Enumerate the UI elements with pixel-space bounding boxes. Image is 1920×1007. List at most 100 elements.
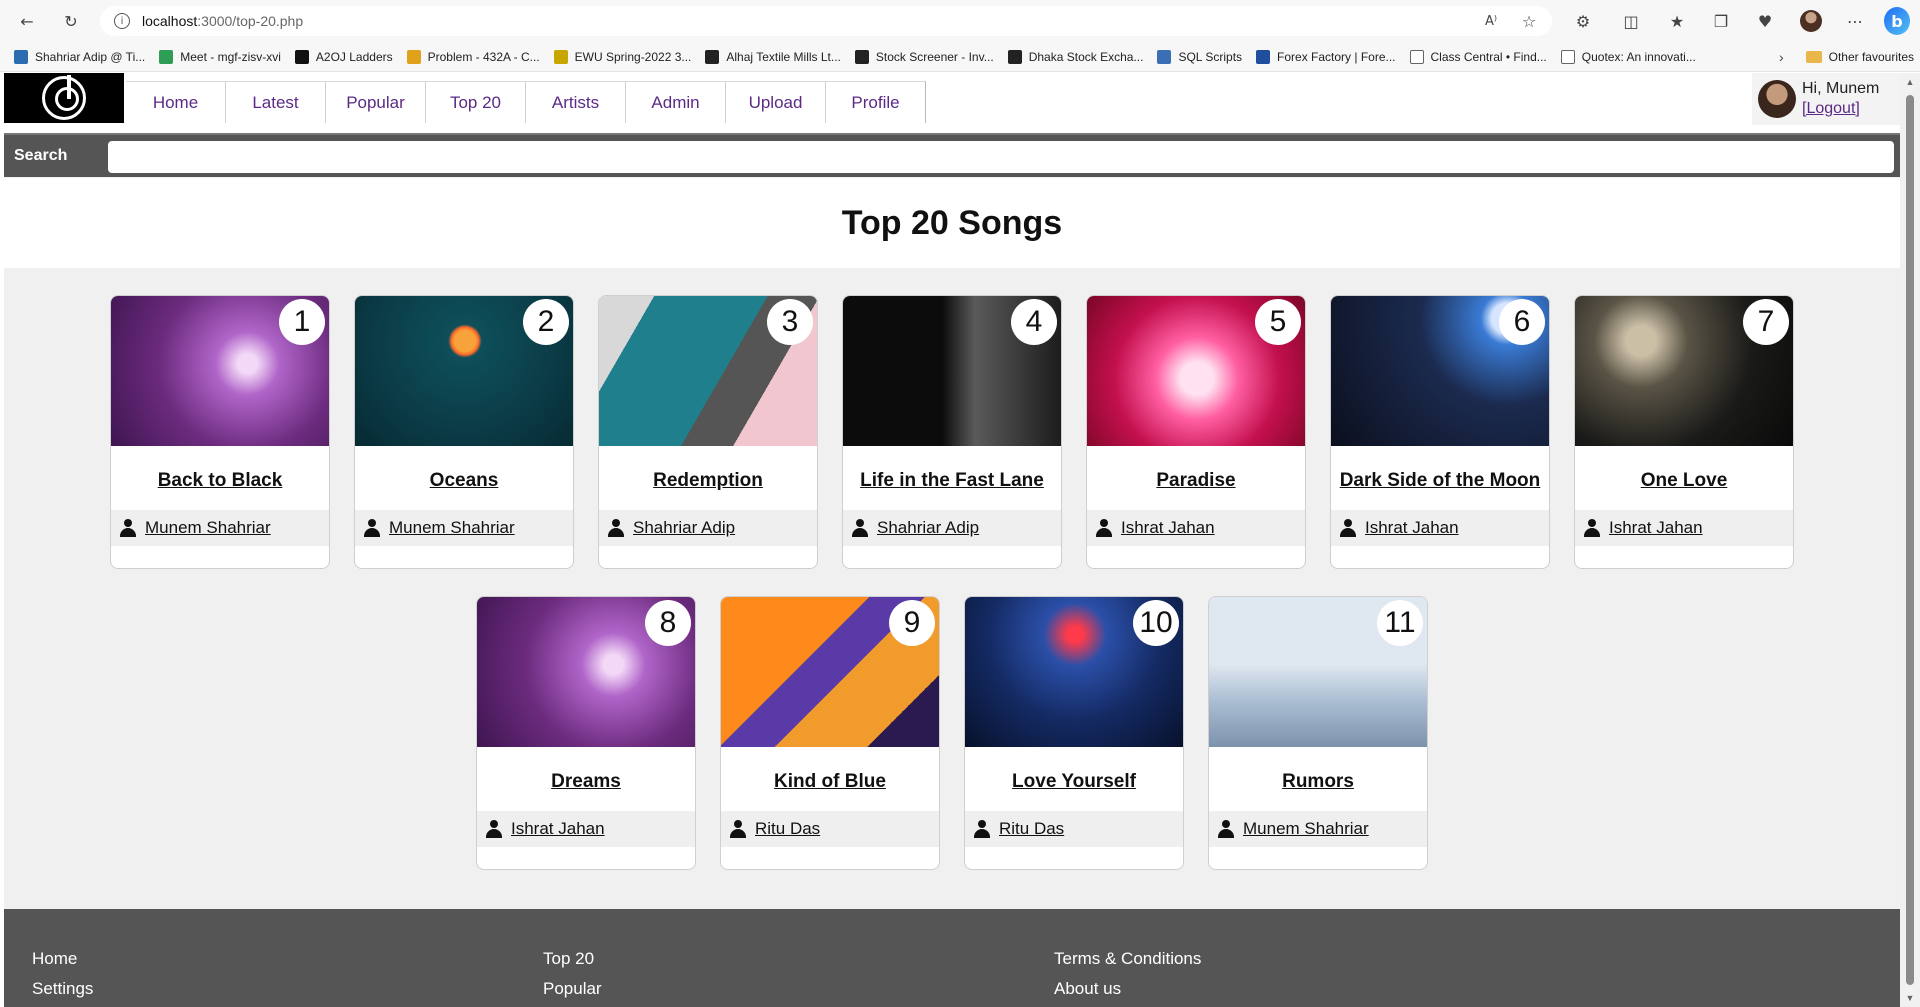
artist-link[interactable]: Ishrat Jahan [1609,518,1703,538]
bookmark-favicon [1256,49,1271,64]
footer-column: Top 20 Popular [543,949,602,999]
search-input[interactable] [108,141,1894,173]
person-icon [1583,519,1601,537]
scroll-down-arrow-icon[interactable]: ▼ [1905,993,1915,1003]
artist-link[interactable]: Munem Shahriar [145,518,271,538]
artist-link[interactable]: Ritu Das [999,819,1064,839]
nav-admin[interactable]: Admin [626,81,726,123]
song-title-link[interactable]: Rumors [1209,771,1427,793]
artist-link[interactable]: Munem Shahriar [1243,819,1369,839]
artist-link[interactable]: Ishrat Jahan [511,819,605,839]
nav-artists[interactable]: Artists [526,81,626,123]
song-title-link[interactable]: Kind of Blue [721,771,939,793]
bookmark-item[interactable]: SQL Scripts [1157,49,1242,64]
artist-link[interactable]: Shahriar Adip [633,518,735,538]
song-card: 3 Redemption Shahriar Adip [598,295,818,569]
site-footer: Home Settings Top 20 Popular Terms & Con… [4,909,1900,1007]
nav-profile[interactable]: Profile [826,81,926,123]
nav-top-20[interactable]: Top 20 [426,81,526,123]
footer-link-home[interactable]: Home [32,949,93,969]
bookmark-label: Stock Screener - Inv... [875,49,994,64]
song-title-link[interactable]: Oceans [355,470,573,492]
page-scrollbar[interactable]: ▲ ▼ [1900,73,1920,1007]
footer-link-top-20[interactable]: Top 20 [543,949,602,969]
bookmark-item[interactable]: Dhaka Stock Excha... [1007,49,1143,64]
bookmark-label: Alhaj Textile Mills Lt... [726,49,841,64]
site-info-icon[interactable]: i [114,13,130,29]
bookmark-item[interactable]: Quotex: An innovati... [1560,49,1696,64]
song-title-link[interactable]: Back to Black [111,470,329,492]
artist-row: Ritu Das [965,811,1183,847]
bookmark-item[interactable]: EWU Spring-2022 3... [553,49,691,64]
artist-row: Ritu Das [721,811,939,847]
bookmark-item[interactable]: Alhaj Textile Mills Lt... [705,49,841,64]
song-title-link[interactable]: One Love [1575,470,1793,492]
page-viewport: Home Latest Popular Top 20 Artists Admin… [4,73,1900,1007]
favorites-icon[interactable]: ★ [1664,8,1690,34]
nav-upload[interactable]: Upload [726,81,826,123]
reload-icon[interactable]: ↻ [58,8,84,34]
song-title-link[interactable]: Love Yourself [965,771,1183,793]
site-logo[interactable] [4,73,124,123]
more-menu-icon[interactable]: ⋯ [1842,8,1868,34]
rank-badge: 8 [645,600,691,646]
song-title-link[interactable]: Redemption [599,470,817,492]
artist-link[interactable]: Munem Shahriar [389,518,515,538]
other-favourites[interactable]: Other favourites [1829,50,1914,64]
artist-row: Ishrat Jahan [1575,510,1793,546]
bing-copilot-icon[interactable]: b [1884,7,1910,35]
address-bar[interactable]: i localhost:3000/top-20.php [100,6,1552,36]
url-path: :3000/top-20.php [197,13,304,29]
profile-icon[interactable] [1798,8,1824,34]
bookmark-item[interactable]: A2OJ Ladders [294,49,393,64]
search-bar: Search [4,133,1900,177]
bookmark-favicon [1409,49,1424,64]
collections-icon[interactable]: ❐ [1708,8,1734,34]
nav-home[interactable]: Home [126,81,226,123]
scroll-up-arrow-icon[interactable]: ▲ [1905,77,1915,87]
artist-link[interactable]: Ishrat Jahan [1365,518,1459,538]
bookmark-item[interactable]: Meet - mgf-zisv-xvi [159,49,281,64]
favorite-star-icon[interactable]: ☆ [1516,8,1542,34]
user-greeting: Hi, Munem [1802,80,1880,97]
scrollbar-thumb[interactable] [1906,95,1914,985]
artist-link[interactable]: Shahriar Adip [877,518,979,538]
footer-link-about[interactable]: About us [1054,979,1201,999]
music-note-logo-icon [42,75,86,120]
song-title-link[interactable]: Dark Side of the Moon [1331,470,1549,492]
footer-link-popular[interactable]: Popular [543,979,602,999]
footer-link-terms[interactable]: Terms & Conditions [1054,949,1201,969]
bookmark-item[interactable]: Stock Screener - Inv... [854,49,994,64]
bookmark-item[interactable]: Forex Factory | Fore... [1256,49,1396,64]
bookmarks-bar: Shahriar Adip @ Ti... Meet - mgf-zisv-xv… [0,42,1920,72]
nav-popular[interactable]: Popular [326,81,426,123]
song-card: 8 Dreams Ishrat Jahan [476,596,696,870]
extensions-icon[interactable]: ⚙ [1570,8,1596,34]
song-title-link[interactable]: Paradise [1087,470,1305,492]
artist-row: Shahriar Adip [599,510,817,546]
song-title-link[interactable]: Life in the Fast Lane [843,470,1061,492]
bookmark-item[interactable]: Class Central • Find... [1409,49,1547,64]
bookmark-favicon [406,49,421,64]
rank-badge: 4 [1011,299,1057,345]
split-screen-icon[interactable]: ◫ [1618,8,1644,34]
artist-link[interactable]: Ishrat Jahan [1121,518,1215,538]
artist-link[interactable]: Ritu Das [755,819,820,839]
browser-toolbar: ← ↻ i localhost:3000/top-20.php A⁾ ☆ ⚙ ◫… [0,0,1920,42]
browser-essentials-icon[interactable]: ♥ [1752,8,1778,34]
footer-link-settings[interactable]: Settings [32,979,93,999]
artist-row: Ishrat Jahan [1087,510,1305,546]
read-aloud-icon[interactable]: A⁾ [1478,8,1504,34]
bookmark-item[interactable]: Shahriar Adip @ Ti... [14,49,145,64]
logout-link[interactable]: [Logout] [1802,100,1860,117]
song-title-link[interactable]: Dreams [477,771,695,793]
nav-latest[interactable]: Latest [226,81,326,123]
bookmark-item[interactable]: Problem - 432A - C... [406,49,540,64]
person-icon [485,820,503,838]
bookmark-favicon [1157,49,1172,64]
footer-column: Home Settings [32,949,93,999]
song-card: 11 Rumors Munem Shahriar [1208,596,1428,870]
bookmarks-overflow-chevron-icon[interactable]: › [1779,49,1784,65]
avatar[interactable] [1758,80,1796,118]
back-arrow-icon[interactable]: ← [14,8,40,34]
